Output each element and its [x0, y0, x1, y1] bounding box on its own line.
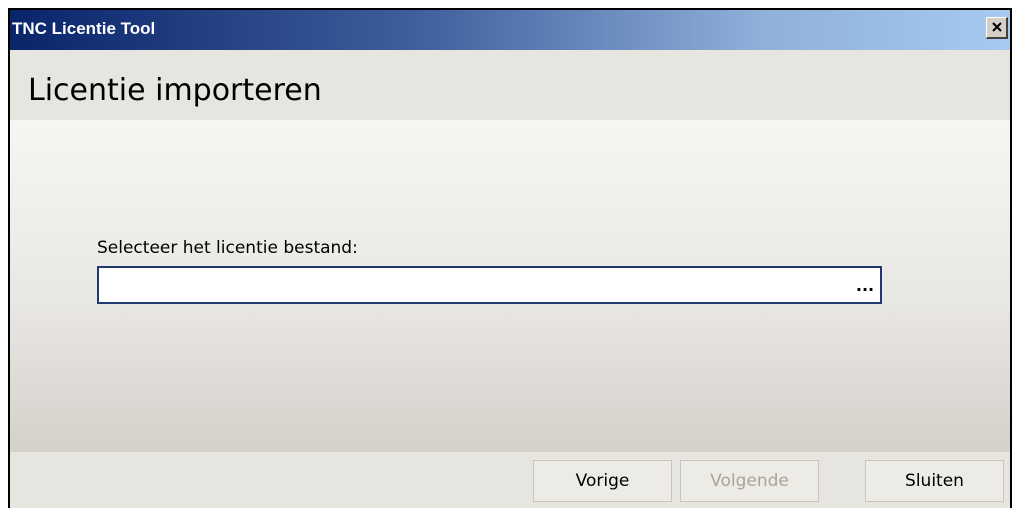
button-bar: Vorige Volgende Sluiten: [10, 452, 1010, 508]
previous-button[interactable]: Vorige: [533, 460, 672, 502]
content-area: Selecteer het licentie bestand: ...: [10, 120, 1010, 452]
close-window-button[interactable]: [986, 17, 1008, 39]
file-field-container: ...: [97, 266, 882, 304]
close-icon: [991, 18, 1003, 37]
window-title: TNC Licentie Tool: [12, 19, 156, 38]
title-bar[interactable]: TNC Licentie Tool: [10, 10, 1010, 50]
page-header: Licentie importeren: [10, 50, 1010, 120]
page-title: Licentie importeren: [28, 73, 322, 108]
licentie-tool-window: TNC Licentie Tool Licentie importeren Se…: [8, 8, 1012, 508]
browse-button[interactable]: ...: [854, 274, 876, 296]
close-button[interactable]: Sluiten: [865, 460, 1004, 502]
license-file-input[interactable]: [99, 268, 839, 302]
file-field-label: Selecteer het licentie bestand:: [97, 238, 358, 258]
next-button[interactable]: Volgende: [680, 460, 819, 502]
